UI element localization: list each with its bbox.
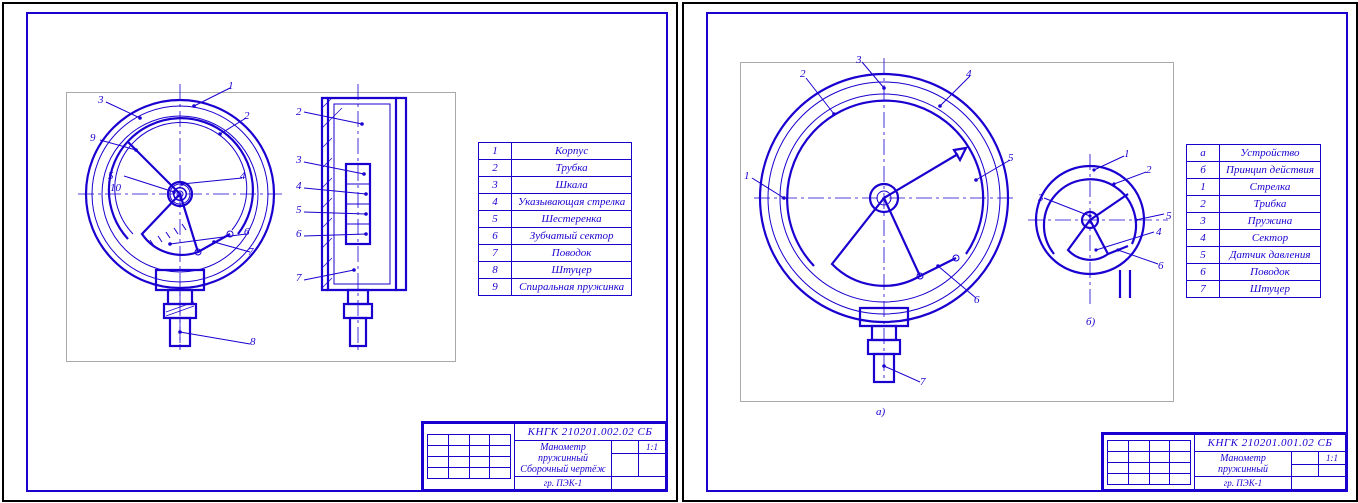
callout-b: 4 bbox=[1156, 226, 1162, 238]
callout-side: 6 bbox=[296, 228, 302, 240]
title-block: КНГК 210201.001.02 СБ Манометр пружинный… bbox=[1101, 432, 1346, 490]
tb-group: гр. ПЭК-1 bbox=[1195, 477, 1292, 490]
callout: 2 bbox=[244, 110, 250, 122]
callout-b: 5 bbox=[1166, 210, 1172, 222]
callout: 3 bbox=[856, 54, 862, 66]
callout: 7 bbox=[920, 376, 926, 388]
callout: 3 bbox=[98, 94, 104, 106]
callout-b: 6 bbox=[1158, 260, 1164, 272]
view-b bbox=[1024, 154, 1174, 334]
fig-label-b: б) bbox=[1086, 316, 1095, 328]
parts-list: 1Корпус 2Трубка 3Шкала 4Указывающая стре… bbox=[478, 142, 632, 296]
callout: 1 bbox=[744, 170, 750, 182]
side-view bbox=[298, 84, 438, 384]
callout-side: 2 bbox=[296, 106, 302, 118]
callout: 4 bbox=[240, 170, 246, 182]
sheet-2: 1 2 3 4 5 6 7 1 2 3 4 5 6 а) б) аУстройс… bbox=[682, 2, 1358, 502]
callout-side: 4 bbox=[296, 180, 302, 192]
callout-b: 1 bbox=[1124, 148, 1130, 160]
callout: 7 bbox=[248, 246, 254, 258]
tb-title1: Манометр пружинный bbox=[1218, 453, 1268, 475]
title-block: КНГК 210201.002.02 СБ Манометр пружинный… bbox=[421, 421, 666, 490]
callout-b: 2 bbox=[1146, 164, 1152, 176]
tb-scale: 1:1 bbox=[1319, 452, 1346, 465]
parts-list: аУстройство бПринцип действия 1Стрелка 2… bbox=[1186, 144, 1321, 298]
sheet-1: 1 2 3 4 5 6 7 9 10 8 2 3 4 5 6 7 1Корпус… bbox=[2, 2, 678, 502]
drawing-frame: 1 2 3 4 5 6 7 1 2 3 4 5 6 а) б) аУстройс… bbox=[706, 12, 1348, 492]
tb-group: гр. ПЭК-1 bbox=[515, 477, 612, 490]
callout: 5 bbox=[108, 170, 114, 182]
callout: 6 bbox=[244, 226, 250, 238]
callout: 2 bbox=[800, 68, 806, 80]
callout: 10 bbox=[110, 182, 121, 194]
tb-code: КНГК 210201.001.02 СБ bbox=[1195, 435, 1346, 452]
tb-title2: Сборочный чертёж bbox=[520, 464, 605, 475]
tb-title1: Манометр пружинный bbox=[538, 442, 588, 464]
callout-side: 5 bbox=[296, 204, 302, 216]
callout: 9 bbox=[90, 132, 96, 144]
callout-b: 3 bbox=[1038, 192, 1044, 204]
callout: 5 bbox=[1008, 152, 1014, 164]
callout-side: 3 bbox=[296, 154, 302, 166]
part-num: 1 bbox=[479, 143, 512, 160]
callout: 6 bbox=[974, 294, 980, 306]
tb-code: КНГК 210201.002.02 СБ bbox=[515, 424, 666, 441]
callout: 4 bbox=[966, 68, 972, 80]
callout-8: 8 bbox=[250, 336, 256, 348]
view-a bbox=[744, 58, 1024, 418]
front-view bbox=[70, 84, 290, 384]
fig-label-a: а) bbox=[876, 406, 885, 418]
drawing-frame: 1 2 3 4 5 6 7 9 10 8 2 3 4 5 6 7 1Корпус… bbox=[26, 12, 668, 492]
part-name: Корпус bbox=[512, 143, 632, 160]
callout-side: 7 bbox=[296, 272, 302, 284]
callout: 1 bbox=[228, 80, 234, 92]
tb-scale: 1:1 bbox=[639, 441, 666, 454]
